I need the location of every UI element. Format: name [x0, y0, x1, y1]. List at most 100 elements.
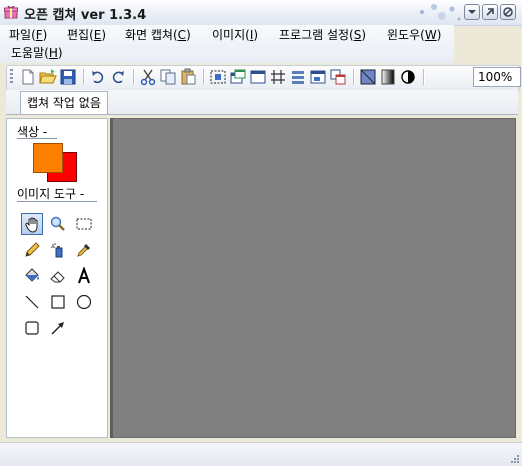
section-divider	[17, 201, 97, 202]
gradient-button[interactable]	[379, 68, 397, 86]
line-icon	[25, 295, 39, 309]
tab-strip: 캡쳐 작업 없음	[6, 90, 518, 115]
contrast-button[interactable]	[399, 68, 417, 86]
toolbar-separator	[353, 69, 355, 85]
arrow-tool[interactable]	[47, 317, 69, 339]
section-divider	[17, 138, 57, 139]
fill-bucket-tool[interactable]	[21, 265, 43, 287]
menu-file-end: )	[42, 28, 48, 42]
cut-button[interactable]	[139, 68, 157, 86]
text-icon	[78, 267, 90, 284]
gift-icon	[4, 5, 18, 19]
menu-bar: 파일(F) 편집(E) 화면 캡쳐(C) 이미지(I) 프로그램 설정(S) 윈…	[0, 25, 454, 63]
menu-help-end: )	[57, 46, 63, 60]
cut-icon	[140, 69, 156, 86]
toolbar-grip[interactable]	[10, 69, 13, 85]
hand-icon	[25, 217, 38, 233]
tool-panel: 색상 - 이미지 도구 -	[6, 118, 108, 438]
tab-no-capture[interactable]: 캡쳐 작업 없음	[20, 91, 108, 114]
fill-bucket-icon	[25, 268, 39, 282]
menu-edit-end: )	[101, 28, 107, 42]
spray-icon	[51, 243, 63, 258]
magnifier-icon	[50, 216, 65, 231]
shade-icon	[360, 69, 376, 85]
minimize-button[interactable]	[464, 4, 480, 20]
menu-image[interactable]: 이미지(I)	[209, 26, 261, 44]
arrow-icon	[51, 322, 64, 335]
rounded-rect-tool[interactable]	[21, 317, 43, 339]
contrast-icon	[401, 70, 415, 84]
open-button[interactable]	[39, 68, 57, 86]
restore-button[interactable]	[482, 4, 498, 20]
eraser-icon	[50, 271, 65, 283]
paste-icon	[181, 68, 196, 85]
pencil-tool[interactable]	[21, 239, 43, 261]
fixed-size-capture-button[interactable]	[269, 68, 287, 86]
menu-file-key: F	[35, 28, 43, 42]
scroll-capture-icon	[292, 71, 304, 84]
rectangle-tool[interactable]	[47, 291, 69, 313]
status-bar	[0, 442, 522, 466]
multi-capture-icon	[310, 70, 326, 84]
new-file-icon	[22, 69, 34, 85]
line-tool[interactable]	[21, 291, 43, 313]
eraser-tool[interactable]	[47, 265, 69, 287]
rect-select-tool[interactable]	[73, 213, 95, 235]
hand-tool[interactable]	[21, 213, 43, 235]
fullscreen-capture-icon	[250, 70, 266, 84]
copy-icon	[160, 69, 176, 85]
spray-tool[interactable]	[47, 239, 69, 261]
fullscreen-capture-button[interactable]	[249, 68, 267, 86]
magnifier-tool[interactable]	[47, 213, 69, 235]
resize-grip-icon[interactable]	[510, 454, 520, 464]
window-capture-icon	[230, 69, 246, 84]
undo-button[interactable]	[89, 68, 107, 86]
canvas-border	[110, 118, 113, 438]
copy-button[interactable]	[159, 68, 177, 86]
menu-window-end: )	[436, 28, 442, 42]
toolbar-separator	[423, 69, 425, 85]
toolbar-separator	[203, 69, 205, 85]
menu-help-label: 도움말(	[11, 46, 49, 60]
menu-program-settings[interactable]: 프로그램 설정(S)	[276, 26, 369, 44]
menu-window[interactable]: 윈도우(W)	[384, 26, 444, 44]
sparkle-decoration-icon	[420, 4, 461, 21]
region-capture-button[interactable]	[209, 68, 227, 86]
text-tool[interactable]	[73, 265, 95, 287]
close-icon	[503, 7, 513, 17]
window-capture-button[interactable]	[229, 68, 247, 86]
menu-screen-capture[interactable]: 화면 캡쳐(C)	[122, 26, 194, 44]
foreground-color-swatch[interactable]	[33, 143, 63, 173]
menu-help[interactable]: 도움말(H)	[8, 44, 66, 62]
rectangle-icon	[51, 295, 65, 309]
delay-capture-button[interactable]	[329, 68, 347, 86]
ellipse-tool[interactable]	[73, 291, 95, 313]
menu-window-key: W	[424, 28, 437, 42]
close-button[interactable]	[500, 4, 516, 20]
undo-icon	[92, 71, 104, 84]
new-file-button[interactable]	[19, 68, 37, 86]
save-button[interactable]	[59, 68, 77, 86]
zoom-input[interactable]: 100%	[473, 67, 521, 87]
restore-icon	[486, 8, 494, 16]
menu-help-key: H	[48, 46, 58, 60]
menu-window-label: 윈도우(	[387, 28, 425, 42]
menu-screen-capture-end: )	[186, 28, 191, 42]
menu-edit[interactable]: 편집(E)	[64, 26, 109, 44]
region-capture-icon	[210, 70, 226, 84]
minimize-icon	[468, 10, 476, 14]
rounded-rect-icon	[25, 321, 39, 335]
redo-button[interactable]	[109, 68, 127, 86]
eyedropper-icon	[77, 244, 90, 257]
menu-program-settings-end: )	[361, 28, 367, 42]
toolbar-separator	[133, 69, 135, 85]
canvas-area[interactable]	[110, 118, 516, 438]
scroll-capture-button[interactable]	[289, 68, 307, 86]
eyedropper-tool[interactable]	[73, 239, 95, 261]
paste-button[interactable]	[179, 68, 197, 86]
shade-button[interactable]	[359, 68, 377, 86]
menu-file[interactable]: 파일(F)	[6, 26, 50, 44]
delay-capture-icon	[330, 69, 346, 85]
main-toolbar: 100%	[6, 65, 521, 91]
multi-capture-button[interactable]	[309, 68, 327, 86]
